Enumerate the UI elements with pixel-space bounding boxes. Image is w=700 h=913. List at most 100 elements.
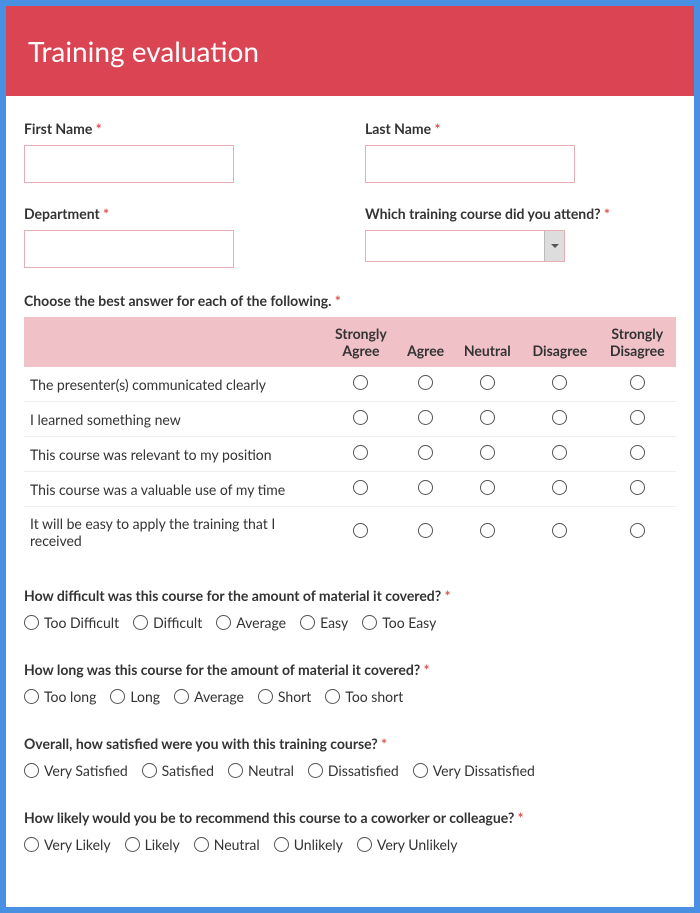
required-asterisk: * (335, 292, 341, 309)
matrix-header-col: StronglyAgree (324, 317, 398, 367)
option-label: Very Unlikely (377, 836, 458, 853)
matrix-radio[interactable] (418, 410, 433, 425)
option[interactable]: Too short (325, 688, 403, 705)
department-input[interactable] (24, 230, 234, 268)
option[interactable]: Too Difficult (24, 614, 119, 631)
question-block: How likely would you be to recommend thi… (24, 809, 676, 853)
option[interactable]: Short (258, 688, 311, 705)
matrix-radio[interactable] (353, 523, 368, 538)
option[interactable]: Average (174, 688, 244, 705)
matrix-radio[interactable] (480, 523, 495, 538)
option[interactable]: Neutral (228, 762, 294, 779)
matrix-radio[interactable] (630, 523, 645, 538)
matrix-radio[interactable] (552, 480, 567, 495)
option-radio[interactable] (194, 837, 209, 852)
option[interactable]: Too Easy (362, 614, 436, 631)
question-label: Overall, how satisfied were you with thi… (24, 735, 676, 752)
options-row: Very Satisfied Satisfied Neutral Dissatisfi… (24, 762, 676, 779)
matrix-radio[interactable] (418, 523, 433, 538)
matrix-header-col: Agree (398, 317, 454, 367)
question-label-text: How likely would you be to recommend thi… (24, 809, 514, 826)
matrix-radio[interactable] (480, 445, 495, 460)
first-name-input[interactable] (24, 145, 234, 183)
matrix-radio[interactable] (418, 445, 433, 460)
matrix-cell (521, 507, 598, 558)
matrix-radio[interactable] (353, 375, 368, 390)
option[interactable]: Very Unlikely (357, 836, 458, 853)
matrix-radio[interactable] (552, 445, 567, 460)
option-radio[interactable] (413, 763, 428, 778)
options-row: Very Likely Likely Neutral Unlikely Very Unl… (24, 836, 676, 853)
chevron-down-icon (544, 231, 564, 261)
option-label: Neutral (248, 762, 294, 779)
matrix-radio[interactable] (418, 480, 433, 495)
option-radio[interactable] (142, 763, 157, 778)
option-radio[interactable] (300, 615, 315, 630)
required-asterisk: * (604, 205, 610, 222)
last-name-input[interactable] (365, 145, 575, 183)
option-radio[interactable] (110, 689, 125, 704)
required-asterisk: * (441, 587, 450, 604)
matrix-radio[interactable] (552, 410, 567, 425)
option-radio[interactable] (258, 689, 273, 704)
option[interactable]: Very Likely (24, 836, 111, 853)
matrix-cell (521, 437, 598, 472)
matrix-radio[interactable] (353, 445, 368, 460)
matrix-cell (453, 437, 521, 472)
option[interactable]: Dissatisfied (308, 762, 399, 779)
option-radio[interactable] (24, 763, 39, 778)
department-label: Department * (24, 205, 335, 222)
matrix-radio[interactable] (630, 445, 645, 460)
option[interactable]: Long (110, 688, 160, 705)
option-radio[interactable] (24, 837, 39, 852)
option-label: Too Difficult (44, 614, 119, 631)
matrix-radio[interactable] (480, 480, 495, 495)
option[interactable]: Average (216, 614, 286, 631)
option[interactable]: Difficult (133, 614, 202, 631)
option-label: Satisfied (162, 762, 214, 779)
option-radio[interactable] (133, 615, 148, 630)
matrix-radio[interactable] (552, 523, 567, 538)
matrix-radio[interactable] (630, 480, 645, 495)
matrix-radio[interactable] (480, 410, 495, 425)
option-radio[interactable] (308, 763, 323, 778)
matrix-radio[interactable] (630, 375, 645, 390)
option-radio[interactable] (24, 689, 39, 704)
matrix-radio[interactable] (353, 410, 368, 425)
matrix-cell (521, 402, 598, 437)
matrix-radio[interactable] (418, 375, 433, 390)
option[interactable]: Very Satisfied (24, 762, 128, 779)
course-label: Which training course did you attend? * (365, 205, 676, 222)
option[interactable]: Likely (125, 836, 180, 853)
course-select[interactable] (365, 230, 565, 262)
matrix-row-label: This course was a valuable use of my tim… (24, 472, 324, 507)
option[interactable]: Satisfied (142, 762, 214, 779)
option-radio[interactable] (216, 615, 231, 630)
option-label: Average (236, 614, 286, 631)
option[interactable]: Too long (24, 688, 96, 705)
matrix-cell (398, 437, 454, 472)
question-label-text: Overall, how satisfied were you with thi… (24, 735, 378, 752)
option-label: Short (278, 688, 311, 705)
matrix-radio[interactable] (552, 375, 567, 390)
matrix-radio[interactable] (630, 410, 645, 425)
option-radio[interactable] (125, 837, 140, 852)
option-radio[interactable] (174, 689, 189, 704)
option[interactable]: Unlikely (274, 836, 343, 853)
option-radio[interactable] (274, 837, 289, 852)
option-radio[interactable] (362, 615, 377, 630)
option-radio[interactable] (357, 837, 372, 852)
option[interactable]: Neutral (194, 836, 260, 853)
option[interactable]: Easy (300, 614, 348, 631)
option-radio[interactable] (24, 615, 39, 630)
option-radio[interactable] (325, 689, 340, 704)
option-radio[interactable] (228, 763, 243, 778)
matrix-cell (599, 507, 676, 558)
matrix-cell (599, 402, 676, 437)
option-label: Very Dissatisfied (433, 762, 535, 779)
options-row: Too long Long Average Short Too short (24, 688, 676, 705)
matrix-radio[interactable] (480, 375, 495, 390)
matrix-radio[interactable] (353, 480, 368, 495)
last-name-label: Last Name * (365, 120, 676, 137)
option[interactable]: Very Dissatisfied (413, 762, 535, 779)
